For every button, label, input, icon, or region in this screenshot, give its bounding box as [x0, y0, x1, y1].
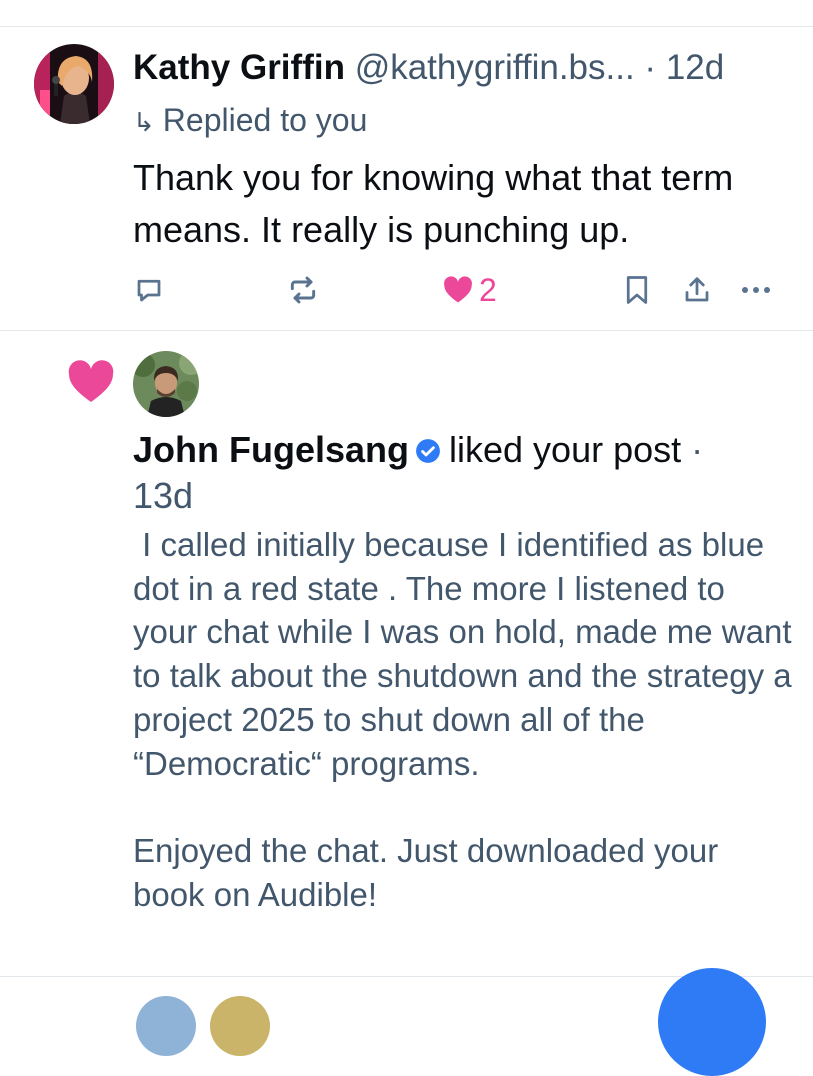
separator-dot: · [644, 48, 666, 87]
post-time: 12d [665, 48, 725, 87]
heart-icon [444, 276, 472, 303]
replied-to-label: ↳ Replied to you [133, 98, 367, 144]
reply-text: Thank you for knowing what that term mea… [133, 157, 734, 250]
share-icon [685, 277, 709, 302]
post-divider [0, 330, 813, 331]
john-fugelsang-avatar[interactable] [133, 351, 199, 417]
compose-button[interactable] [658, 968, 766, 1076]
kathy-griffin-avatar[interactable] [34, 44, 114, 124]
like-notification-heart-icon [67, 360, 115, 409]
like-count: 2 [479, 271, 497, 308]
repost-button[interactable] [287, 272, 319, 308]
reply-button[interactable] [134, 272, 164, 308]
next-item-avatar-2[interactable] [210, 996, 270, 1056]
author-handle[interactable]: @kathygriffin.bs... [355, 48, 635, 87]
notification-time: 13d [133, 475, 194, 517]
replied-text: Replied to you [162, 102, 368, 138]
top-divider [0, 26, 813, 27]
author-name[interactable]: Kathy Griffin [133, 48, 345, 87]
share-button[interactable] [682, 272, 712, 308]
bookmark-button[interactable] [624, 272, 650, 308]
bookmark-icon [626, 276, 648, 304]
liker-name[interactable]: John Fugelsang [133, 429, 409, 470]
next-item-avatar[interactable] [136, 996, 196, 1056]
more-icon [742, 287, 770, 293]
comment-icon [137, 279, 161, 302]
notification-action: liked your post [449, 429, 682, 470]
notification-title: John Fugelsang liked your post · 13d [133, 428, 773, 518]
separator-dot: · [681, 429, 704, 470]
more-options-button[interactable] [740, 272, 772, 308]
like-button[interactable]: 2 [443, 272, 497, 308]
verified-badge-icon [415, 430, 441, 474]
repost-icon [290, 276, 316, 304]
reply-arrow-icon: ↳ [133, 107, 155, 137]
liked-post-text[interactable]: I called initially because I identified … [133, 523, 793, 916]
reply-header: Kathy Griffin @kathygriffin.bs... · 12d [133, 44, 793, 92]
